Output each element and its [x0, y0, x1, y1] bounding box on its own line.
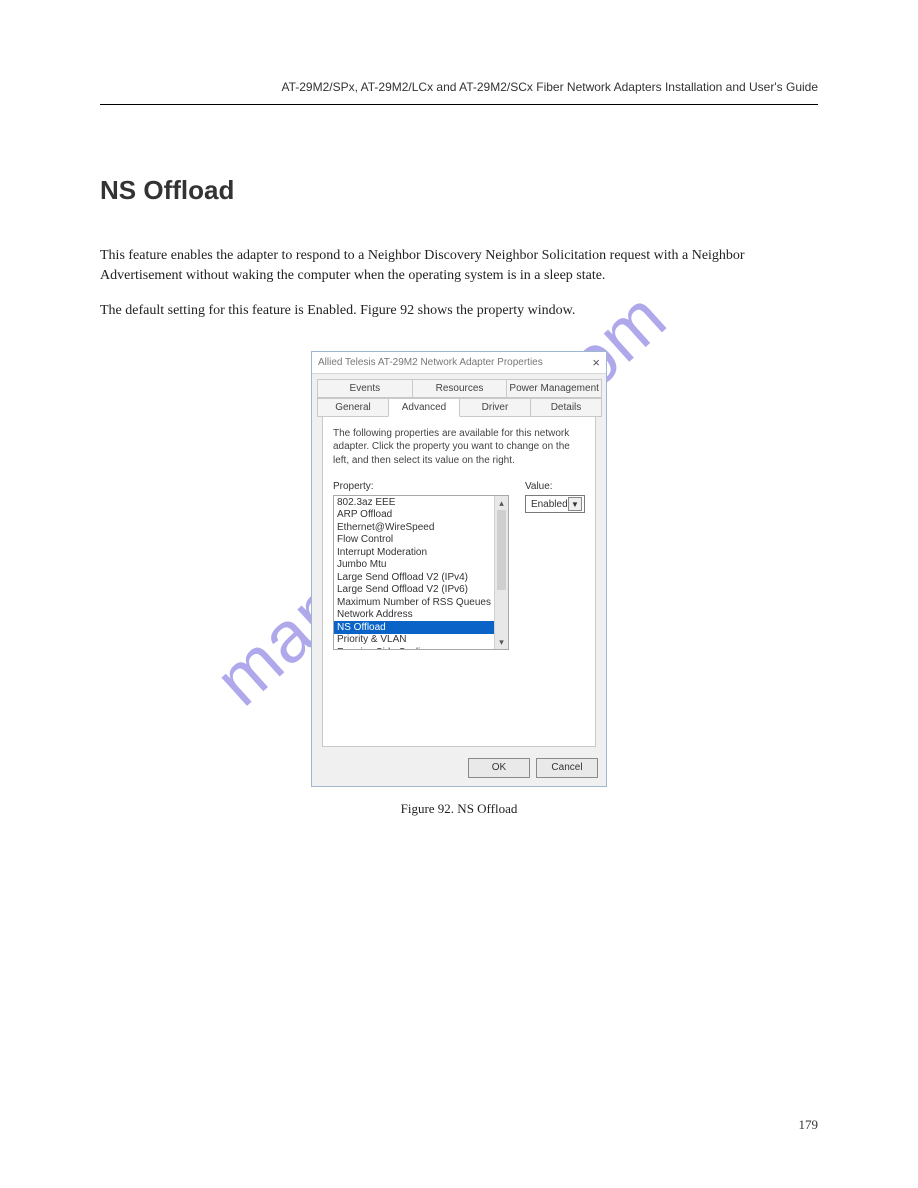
property-label: Property: [333, 481, 509, 492]
tab-advanced[interactable]: Advanced [388, 398, 460, 417]
page: AT-29M2/SPx, AT-29M2/LCx and AT-29M2/SCx… [0, 0, 918, 1188]
scrollbar[interactable]: ▴ ▾ [494, 496, 508, 649]
page-number: 179 [799, 1117, 819, 1133]
tab-row-2: General Advanced Driver Details [317, 398, 601, 417]
dialog-title: Allied Telesis AT-29M2 Network Adapter P… [318, 357, 543, 368]
chevron-down-icon[interactable]: ▼ [568, 497, 582, 511]
list-item[interactable]: Network Address [334, 609, 494, 622]
value-selected: Enabled [531, 499, 568, 510]
close-icon[interactable]: × [592, 356, 600, 369]
paragraph-1: This feature enables the adapter to resp… [100, 246, 818, 287]
figure: Allied Telesis AT-29M2 Network Adapter P… [100, 351, 818, 817]
body-text: This feature enables the adapter to resp… [100, 246, 818, 321]
list-item[interactable]: Interrupt Moderation [334, 546, 494, 559]
tab-row-1: Events Resources Power Management [317, 379, 601, 398]
list-item[interactable]: Large Send Offload V2 (IPv6) [334, 584, 494, 597]
value-column: Value: Enabled ▼ [525, 481, 585, 650]
list-item[interactable]: Priority & VLAN [334, 634, 494, 647]
section-heading: NS Offload [100, 175, 818, 206]
tab-power-management[interactable]: Power Management [506, 379, 602, 398]
dialog-panel: The following properties are available f… [322, 417, 596, 747]
paragraph-2: The default setting for this feature is … [100, 301, 818, 321]
list-item[interactable]: ARP Offload [334, 509, 494, 522]
list-item[interactable]: Large Send Offload V2 (IPv4) [334, 571, 494, 584]
list-item[interactable]: Jumbo Mtu [334, 559, 494, 572]
scroll-down-icon[interactable]: ▾ [495, 635, 508, 649]
tab-events[interactable]: Events [317, 379, 413, 398]
dialog-titlebar: Allied Telesis AT-29M2 Network Adapter P… [312, 352, 606, 374]
figure-caption: Figure 92. NS Offload [401, 801, 518, 817]
properties-dialog: Allied Telesis AT-29M2 Network Adapter P… [311, 351, 607, 787]
value-label: Value: [525, 481, 585, 492]
tab-general[interactable]: General [317, 398, 389, 417]
list-item[interactable]: 802.3az EEE [334, 496, 494, 509]
scroll-thumb[interactable] [497, 510, 506, 590]
tab-details[interactable]: Details [530, 398, 602, 417]
list-item[interactable]: Maximum Number of RSS Queues [334, 596, 494, 609]
cancel-button[interactable]: Cancel [536, 758, 598, 778]
list-item-selected[interactable]: NS Offload [334, 621, 494, 634]
list-item[interactable]: Ethernet@WireSpeed [334, 521, 494, 534]
dialog-buttons: OK Cancel [312, 752, 606, 786]
tab-resources[interactable]: Resources [412, 379, 508, 398]
dialog-columns: Property: 802.3az EEE ARP Offload Ethern… [333, 481, 585, 650]
list-item[interactable]: Flow Control [334, 534, 494, 547]
scroll-up-icon[interactable]: ▴ [495, 496, 508, 510]
property-listbox[interactable]: 802.3az EEE ARP Offload Ethernet@WireSpe… [333, 495, 509, 650]
value-dropdown[interactable]: Enabled ▼ [525, 495, 585, 513]
dialog-tabs: Events Resources Power Management Genera… [317, 379, 601, 747]
list-item[interactable]: Receive Side Scaling [334, 646, 494, 649]
ok-button[interactable]: OK [468, 758, 530, 778]
tab-driver[interactable]: Driver [459, 398, 531, 417]
dialog-help-text: The following properties are available f… [333, 427, 585, 468]
header-doc-title: AT-29M2/SPx, AT-29M2/LCx and AT-29M2/SCx… [100, 80, 818, 94]
property-column: Property: 802.3az EEE ARP Offload Ethern… [333, 481, 509, 650]
header-rule [100, 104, 818, 105]
property-list-inner: 802.3az EEE ARP Offload Ethernet@WireSpe… [334, 496, 508, 649]
